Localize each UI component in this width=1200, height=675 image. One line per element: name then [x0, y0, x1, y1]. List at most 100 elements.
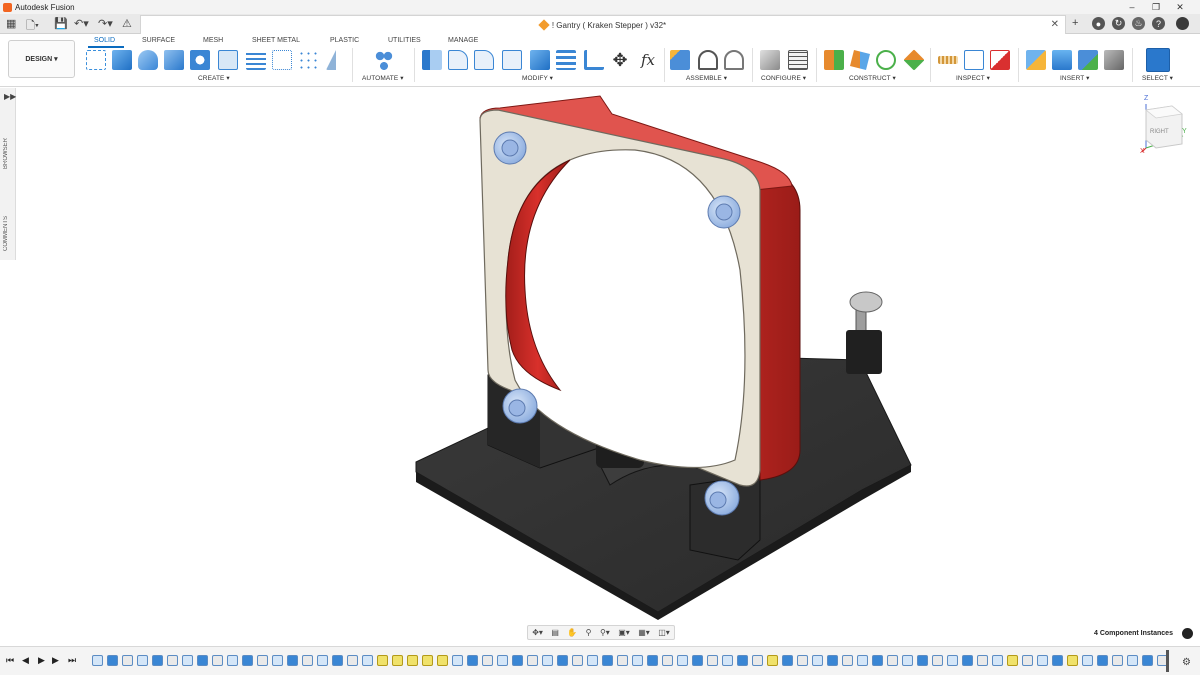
mirror-icon[interactable]	[326, 50, 346, 70]
timeline-feature-icon[interactable]	[962, 655, 973, 666]
timeline-feature-icon[interactable]	[977, 655, 988, 666]
document-tab[interactable]: ! Gantry ( Kraken Stepper ) v32* ✕	[140, 15, 1066, 34]
timeline-feature-icon[interactable]	[647, 655, 658, 666]
timeline-feature-icon[interactable]	[782, 655, 793, 666]
section-analysis-icon[interactable]	[990, 50, 1010, 70]
timeline-start-icon[interactable]: ⏮	[6, 655, 14, 666]
timeline-feature-icon[interactable]	[722, 655, 733, 666]
select-icon[interactable]	[1146, 48, 1170, 72]
configuration-table-icon[interactable]	[788, 50, 808, 70]
comments-toggle-icon[interactable]	[1182, 628, 1193, 639]
hole-icon[interactable]	[190, 50, 210, 70]
timeline-feature-icon[interactable]	[272, 655, 283, 666]
timeline-feature-icon[interactable]	[482, 655, 493, 666]
tab-solid[interactable]: SOLID	[94, 37, 115, 44]
timeline-feature-icon[interactable]	[827, 655, 838, 666]
tangent-plane-icon[interactable]	[876, 50, 896, 70]
shell-modify-icon[interactable]	[502, 50, 522, 70]
redo-icon[interactable]: ↷▾	[98, 17, 113, 30]
timeline-feature-icon[interactable]	[1127, 655, 1138, 666]
tab-utilities[interactable]: UTILITIES	[388, 37, 421, 44]
move-copy-icon[interactable]: ✥	[610, 50, 630, 70]
workspace-switcher-button[interactable]: DESIGN ▾	[8, 40, 75, 78]
grid-settings-icon[interactable]: ▦▾	[638, 628, 650, 637]
timeline-feature-icon[interactable]	[302, 655, 313, 666]
measure-icon[interactable]	[938, 56, 958, 64]
create-sketch-icon[interactable]	[86, 50, 106, 70]
pending-changes-icon[interactable]: ⚠	[122, 17, 132, 30]
timeline-feature-icon[interactable]	[287, 655, 298, 666]
timeline-feature-icon[interactable]	[347, 655, 358, 666]
timeline-feature-icon[interactable]	[242, 655, 253, 666]
timeline-feature-icon[interactable]	[512, 655, 523, 666]
timeline-feature-icon[interactable]	[422, 655, 433, 666]
timeline-feature-icon[interactable]	[602, 655, 613, 666]
help-icon[interactable]: ?	[1152, 17, 1165, 30]
timeline-feature-icon[interactable]	[317, 655, 328, 666]
timeline-feature-icon[interactable]	[632, 655, 643, 666]
thread-icon[interactable]	[246, 50, 266, 70]
timeline-feature-icon[interactable]	[182, 655, 193, 666]
insert-canvas-icon[interactable]	[1052, 50, 1072, 70]
timeline-feature-icon[interactable]	[377, 655, 388, 666]
zoom-icon[interactable]: ⚲	[586, 628, 592, 637]
timeline-marker[interactable]	[1166, 650, 1169, 672]
timeline-feature-icon[interactable]	[767, 655, 778, 666]
tab-surface[interactable]: SURFACE	[142, 37, 175, 44]
timeline-feature-icon[interactable]	[1097, 655, 1108, 666]
user-avatar[interactable]	[1176, 17, 1189, 30]
interference-icon[interactable]	[964, 50, 984, 70]
orbit-icon[interactable]: ✥▾	[532, 628, 543, 637]
shell-icon[interactable]	[218, 50, 238, 70]
expand-panel-icon[interactable]: ▶▶	[4, 92, 16, 101]
timeline-feature-icon[interactable]	[332, 655, 343, 666]
save-icon[interactable]: 💾	[54, 17, 68, 30]
timeline-feature-icon[interactable]	[1052, 655, 1063, 666]
insert-mcmaster-icon[interactable]	[1104, 50, 1124, 70]
timeline-prev-icon[interactable]: ◀	[22, 655, 29, 666]
timeline-feature-icon[interactable]	[437, 655, 448, 666]
timeline-feature-icon[interactable]	[557, 655, 568, 666]
group-insert[interactable]: INSERT ▾	[1060, 74, 1089, 82]
chamfer-icon[interactable]	[474, 50, 494, 70]
comments-panel-tab[interactable]: COMMENTS	[3, 216, 9, 251]
timeline-feature-icon[interactable]	[677, 655, 688, 666]
app-grid-icon[interactable]: ▦	[6, 17, 16, 30]
tab-mesh[interactable]: MESH	[203, 37, 223, 44]
timeline-feature-icon[interactable]	[122, 655, 133, 666]
model-viewport[interactable]	[400, 90, 930, 620]
new-tab-icon[interactable]: +	[1072, 17, 1078, 29]
tab-manage[interactable]: MANAGE	[448, 37, 478, 44]
offset-plane-icon[interactable]	[824, 50, 844, 70]
group-configure[interactable]: CONFIGURE ▾	[761, 74, 806, 82]
tab-sheet-metal[interactable]: SHEET METAL	[252, 37, 300, 44]
group-create[interactable]: CREATE ▾	[198, 74, 230, 82]
close-window-icon[interactable]: ✕	[1168, 0, 1192, 14]
timeline-feature-icon[interactable]	[872, 655, 883, 666]
zoom-window-icon[interactable]: ⚲▾	[600, 628, 610, 637]
insert-derive-icon[interactable]	[1026, 50, 1046, 70]
timeline-feature-icon[interactable]	[257, 655, 268, 666]
timeline-feature-icon[interactable]	[1067, 655, 1078, 666]
timeline-feature-icon[interactable]	[587, 655, 598, 666]
group-inspect[interactable]: INSPECT ▾	[956, 74, 990, 82]
job-status-icon[interactable]: ↻	[1112, 17, 1125, 30]
view-cube[interactable]: Z RIGHT Y X	[1138, 95, 1188, 156]
group-modify[interactable]: MODIFY ▾	[522, 74, 553, 82]
group-assemble[interactable]: ASSEMBLE ▾	[686, 74, 727, 82]
press-pull-icon[interactable]	[422, 50, 442, 70]
timeline-feature-icon[interactable]	[842, 655, 853, 666]
align-icon[interactable]	[584, 50, 604, 70]
timeline-feature-icon[interactable]	[737, 655, 748, 666]
timeline-feature-icon[interactable]	[527, 655, 538, 666]
extensions-icon[interactable]: ●	[1092, 17, 1105, 30]
timeline-feature-icon[interactable]	[467, 655, 478, 666]
automate-icon[interactable]	[374, 50, 394, 70]
timeline-feature-icon[interactable]	[497, 655, 508, 666]
browser-panel-tab[interactable]: BROWSER	[3, 138, 9, 169]
timeline-feature-icon[interactable]	[227, 655, 238, 666]
timeline-next-icon[interactable]: ▶	[52, 655, 59, 666]
timeline-feature-icon[interactable]	[407, 655, 418, 666]
timeline-feature-icon[interactable]	[947, 655, 958, 666]
plane-at-angle-icon[interactable]	[850, 50, 870, 70]
